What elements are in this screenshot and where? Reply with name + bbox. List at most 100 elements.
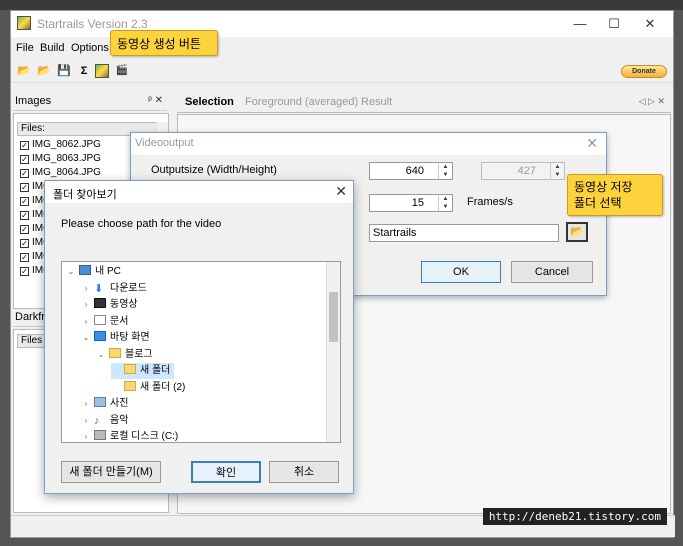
folder-tree-item[interactable]: › 동영상 xyxy=(81,297,138,313)
file-checkbox[interactable]: ✓ xyxy=(20,211,29,220)
video-icon xyxy=(94,298,106,308)
folder-tree-item[interactable]: ⌄ 바탕 화면 xyxy=(81,330,150,346)
chevron-right-icon[interactable]: › xyxy=(81,396,91,412)
folder-icon xyxy=(109,347,121,358)
select-folder-button[interactable]: 📂 xyxy=(566,222,588,242)
folder-tree-item[interactable]: 새 폴더 xyxy=(111,363,175,379)
callout-folder-line2: 폴더 선택 xyxy=(574,196,622,210)
folder-tree-item[interactable]: › 로컬 디스크 (C:) xyxy=(81,429,178,442)
tree-scrollbar[interactable] xyxy=(326,262,340,442)
folder-tree-item[interactable]: › 문서 xyxy=(81,314,128,330)
folder-tree-label: 음악 xyxy=(110,414,129,426)
chevron-right-icon[interactable]: › xyxy=(81,314,91,330)
sum-icon[interactable]: Σ xyxy=(77,64,91,78)
chevron-right-icon[interactable]: › xyxy=(81,413,91,429)
browse-cancel-button[interactable]: 취소 xyxy=(269,461,339,483)
disk-icon xyxy=(94,430,106,440)
folder-tree-item[interactable]: › ⬇ 다운로드 xyxy=(81,281,147,297)
folder-icon xyxy=(124,380,136,391)
file-checkbox[interactable]: ✓ xyxy=(20,267,29,276)
picture-icon xyxy=(94,397,106,407)
folder-tree-label: 새 폴더 (2) xyxy=(140,381,186,393)
file-checkbox[interactable]: ✓ xyxy=(20,141,29,150)
spinner-arrows-icon[interactable]: ▲ ▼ xyxy=(438,163,452,179)
file-checkbox[interactable]: ✓ xyxy=(20,155,29,164)
view-tabs: Selection Foreground (averaged) Result ◁… xyxy=(177,93,671,113)
chevron-right-icon[interactable]: › xyxy=(81,297,91,313)
images-panel-title: Images xyxy=(15,95,52,107)
file-name: IMG_8062.JPG xyxy=(32,139,101,150)
videooutput-titlebar: Videooutput ✕ xyxy=(131,133,606,155)
width-spinner[interactable]: 640 ▲ ▼ xyxy=(369,162,453,180)
folder-tree-label: 새 폴더 xyxy=(140,365,171,376)
file-checkbox[interactable]: ✓ xyxy=(20,225,29,234)
tab-selection[interactable]: Selection xyxy=(185,96,234,108)
folder-tree-item[interactable]: › ♪ 음악 xyxy=(81,413,129,429)
folder-tree-item[interactable]: 새 폴더 (2) xyxy=(111,380,185,396)
video-name-input[interactable]: Startrails xyxy=(369,224,559,242)
file-list-item[interactable]: ✓ IMG_8063.JPG xyxy=(20,152,101,166)
folder-tree-item[interactable]: › 사진 xyxy=(81,396,128,412)
panel-pin-close-icons[interactable]: ᵖ ✕ xyxy=(148,95,163,106)
outputsize-label: Outputsize (Width/Height) xyxy=(151,164,277,176)
video-camera-icon[interactable]: 🎬 xyxy=(115,64,129,78)
folder-tree-label: 사진 xyxy=(110,398,129,409)
toolbar: 📂 📂 💾 Σ 🎬 Donate xyxy=(11,61,673,83)
open-folder-icon[interactable]: 📂 xyxy=(17,64,31,78)
file-name: IMG_8063.JPG xyxy=(32,153,101,164)
file-checkbox[interactable]: ✓ xyxy=(20,239,29,248)
save-icon[interactable]: 💾 xyxy=(57,64,71,78)
startrails-icon[interactable] xyxy=(95,64,109,78)
app-icon xyxy=(17,16,31,30)
window-title: Startrails Version 2.3 xyxy=(37,17,148,31)
tab-scroll-arrows-icon[interactable]: ◁ ▷ ✕ xyxy=(639,96,665,107)
menu-file[interactable]: File xyxy=(16,42,34,54)
chevron-down-icon[interactable]: ⌄ xyxy=(66,264,76,280)
chevron-down-icon[interactable]: ⌄ xyxy=(81,330,91,346)
chevron-right-icon[interactable]: › xyxy=(81,429,91,442)
fps-label: Frames/s xyxy=(467,196,513,208)
height-spinner: 427 ▲ ▼ xyxy=(481,162,565,180)
top-strip xyxy=(0,0,683,10)
file-name: IMG_8064.JPG xyxy=(32,167,101,178)
close-button[interactable]: ✕ xyxy=(635,15,665,33)
file-checkbox[interactable]: ✓ xyxy=(20,197,29,206)
download-icon: ⬇ xyxy=(94,282,104,295)
close-icon[interactable]: ✕ xyxy=(335,183,347,200)
folder-tree-item[interactable]: ⌄ 내 PC xyxy=(66,264,121,280)
folder-tree-label: 동영상 xyxy=(110,299,138,310)
file-checkbox[interactable]: ✓ xyxy=(20,169,29,178)
ok-button[interactable]: OK xyxy=(421,261,501,283)
screenshot-frame: Startrails Version 2.3 — ☐ ✕ File Build … xyxy=(0,0,683,546)
folder-tree: ⌄ 내 PC › ⬇ 다운로드 › 동영상 › 문서 ⌄ 바탕 화면 ⌄ 블로그 새 폴더 새 폴더 (2)… xyxy=(61,261,341,443)
maximize-button[interactable]: ☐ xyxy=(599,15,629,33)
donate-button[interactable]: Donate xyxy=(621,65,667,78)
confirm-button[interactable]: 확인 xyxy=(191,461,261,483)
file-list-item[interactable]: ✓ IMG_8062.JPG xyxy=(20,138,101,152)
open-darkframes-icon[interactable]: 📂 xyxy=(37,64,51,78)
new-folder-button[interactable]: 새 폴더 만들기(M) xyxy=(61,461,161,483)
menu-options[interactable]: Options xyxy=(71,42,109,54)
spinner-arrows-icon: ▲ ▼ xyxy=(550,163,564,179)
browse-prompt: Please choose path for the video xyxy=(61,218,222,230)
tab-foreground[interactable]: Foreground (averaged) xyxy=(245,96,358,108)
desktop-icon xyxy=(94,331,106,341)
close-icon[interactable]: ✕ xyxy=(586,135,598,152)
tab-result[interactable]: Result xyxy=(361,96,392,108)
tree-scroll-thumb[interactable] xyxy=(329,292,338,342)
file-checkbox[interactable]: ✓ xyxy=(20,183,29,192)
spinner-arrows-icon[interactable]: ▲ ▼ xyxy=(438,195,452,211)
folder-tree-label: 문서 xyxy=(110,315,129,327)
folder-tree-item[interactable]: ⌄ 블로그 xyxy=(96,347,153,363)
folder-icon xyxy=(124,364,136,374)
minimize-button[interactable]: — xyxy=(565,15,595,33)
file-list-item[interactable]: ✓ IMG_8064.JPG xyxy=(20,166,101,180)
folder-tree-label: 바탕 화면 xyxy=(110,332,150,343)
chevron-down-icon[interactable]: ⌄ xyxy=(96,347,106,363)
cancel-button[interactable]: Cancel xyxy=(511,261,593,283)
watermark-url: http://deneb21.tistory.com xyxy=(482,508,667,525)
chevron-right-icon[interactable]: › xyxy=(81,281,91,297)
menu-build[interactable]: Build xyxy=(40,42,64,54)
file-checkbox[interactable]: ✓ xyxy=(20,253,29,262)
fps-spinner[interactable]: 15 ▲ ▼ xyxy=(369,194,453,212)
